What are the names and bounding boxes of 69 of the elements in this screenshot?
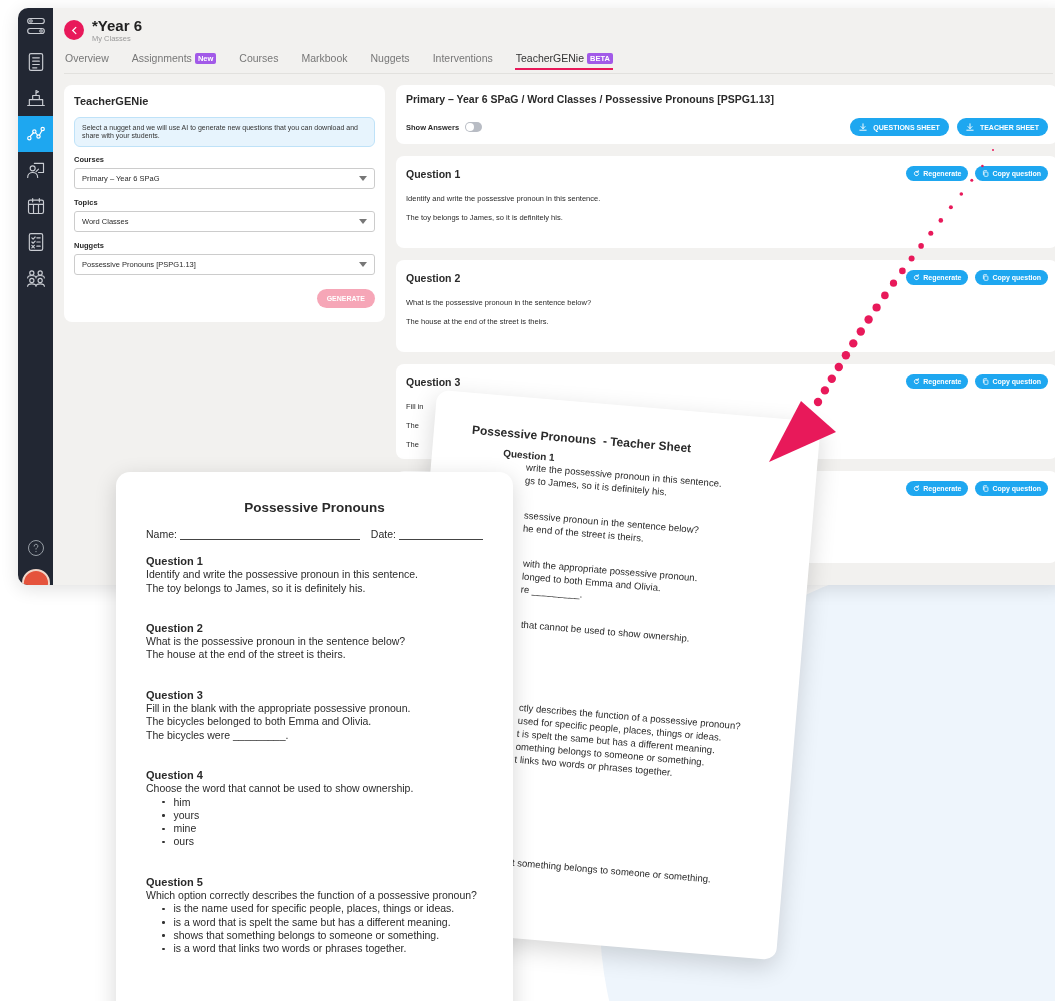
question-text: What is the possessive pronoun in the sentence below? [146, 635, 407, 649]
field-label: Date: [370, 528, 396, 540]
option-text: is a word that is spelt the same but has a different meaning. [173, 915, 451, 929]
refresh-icon [913, 274, 921, 281]
question-heading: Question 5 [146, 875, 204, 890]
bullet-icon [162, 947, 165, 951]
tab[interactable]: Courses [238, 52, 279, 70]
bullet-icon [162, 934, 165, 937]
question-text: The bicycles belonged to both Emma and Olivia. [146, 715, 373, 729]
people-icon [25, 268, 46, 288]
option-text: him [173, 795, 191, 809]
option-text: is a word that links two words or phrases together. [173, 942, 407, 956]
download-icon [965, 123, 974, 131]
option-text: is the name used for specific people, places, things or ideas. [173, 902, 455, 916]
field-label: Name: [146, 528, 177, 540]
refresh-icon [913, 485, 921, 492]
bullet-icon [162, 921, 165, 924]
download-icon [859, 123, 868, 131]
question-heading: Question 4 [146, 768, 204, 783]
toggle-switch[interactable] [465, 122, 483, 132]
option-text: ours [173, 835, 194, 849]
back-button[interactable] [64, 20, 84, 40]
class-title: *Year 6 [92, 17, 143, 34]
question-text: Choose the word that cannot be used to show ownership. [146, 782, 415, 796]
bullet-icon [162, 840, 165, 844]
caret-icon [359, 219, 367, 224]
question-title: Question 2 [406, 271, 461, 284]
tab[interactable]: Interventions [431, 52, 493, 70]
school-icon [25, 88, 46, 108]
question-text: Identify and write the possessive pronoun in this sentence. [146, 568, 419, 582]
workflow-icon [25, 16, 46, 36]
tab[interactable]: Nuggets [369, 52, 410, 70]
sheet-text: that cannot be used to show ownership. [520, 617, 691, 646]
bullet-icon [162, 814, 165, 817]
question-heading: Question 3 [146, 688, 204, 703]
question-heading: Question 2 [146, 621, 204, 636]
question-title: Question 3 [406, 375, 461, 388]
option-text: yours [173, 808, 200, 823]
option-text: shows that something belongs to someone or something. [173, 928, 440, 943]
chevron-left-icon [69, 25, 79, 35]
sheet-title: Possessive Pronouns [243, 500, 386, 515]
copy-icon [982, 170, 990, 177]
sheet-text: t something belongs to someone or something. [511, 855, 713, 887]
teacher-icon [25, 160, 46, 180]
help-icon [26, 539, 45, 557]
bullet-icon [162, 827, 165, 831]
copy-icon [982, 485, 990, 492]
question-heading: Question 1 [146, 555, 204, 569]
question-title: Question 1 [406, 167, 461, 180]
question-heading: Question 1 [501, 446, 557, 464]
tab[interactable]: Overview [64, 52, 109, 70]
copy-icon [982, 274, 990, 281]
panel-title: TeacherGENie [74, 95, 150, 107]
question-text: The house at the end of the street is theirs. [146, 648, 347, 662]
bullet-icon [162, 800, 165, 804]
copy-icon [982, 378, 990, 385]
caret-icon [359, 262, 367, 267]
question-text: Fill in the blank with the appropriate possessive pronoun. [146, 702, 412, 716]
question-text: The bicycles were _________. [146, 728, 290, 742]
question-text: Which option correctly describes the function of a possessive pronoun? [146, 889, 478, 903]
caret-icon [359, 176, 367, 181]
calendar-icon [25, 196, 46, 216]
tab[interactable]: Markbook [300, 52, 348, 70]
bullet-icon [162, 907, 165, 911]
refresh-icon [913, 170, 921, 177]
refresh-icon [913, 378, 921, 385]
course-path: Primary – Year 6 SPaG / Word Classes / Possessive Pronouns [PSPG1.13] [406, 93, 775, 105]
option-text: mine [173, 822, 197, 836]
question-text: The toy belongs to James, so it is definitely his. [146, 581, 367, 595]
